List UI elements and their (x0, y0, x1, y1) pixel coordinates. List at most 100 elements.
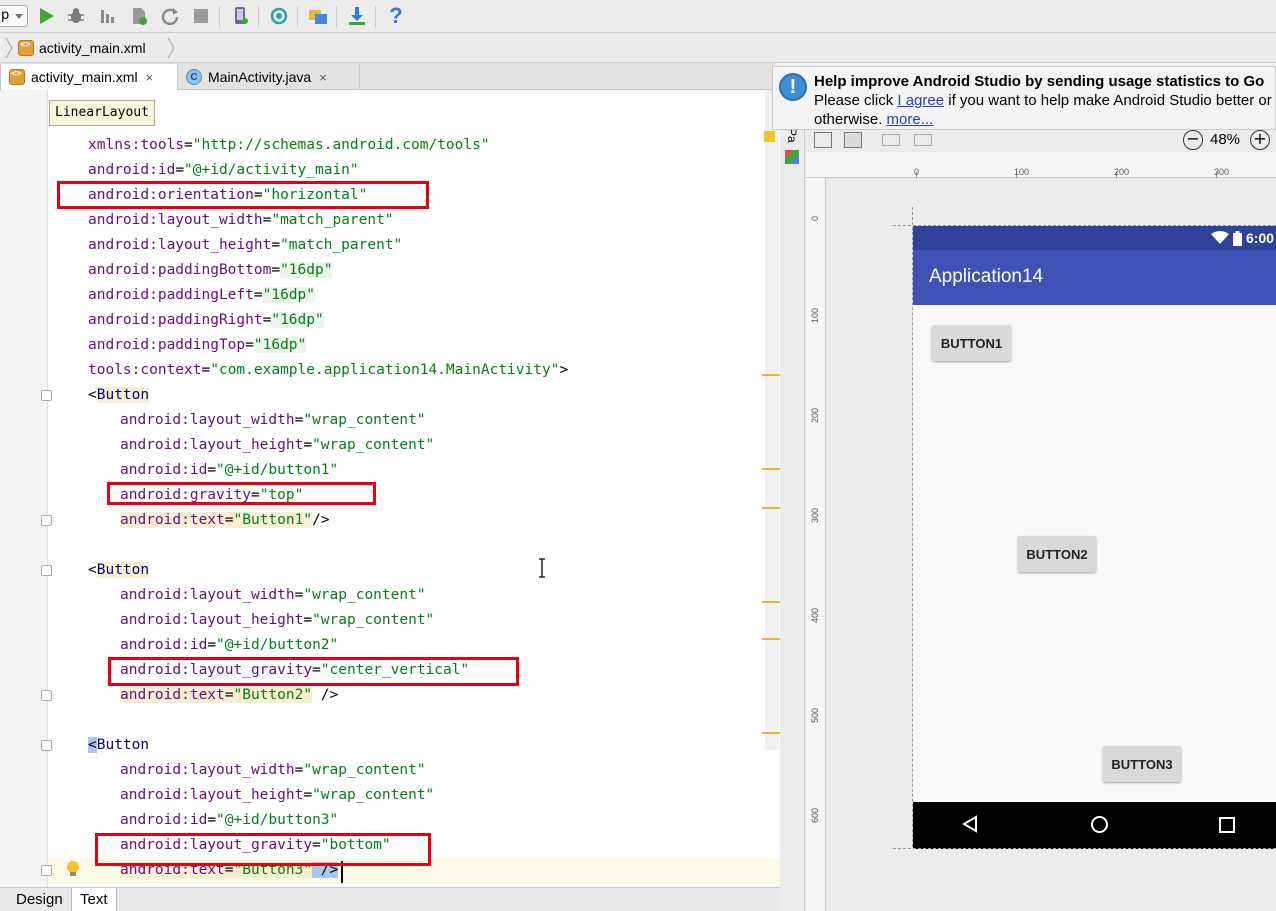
bounds-guide (893, 848, 1276, 849)
horizontal-resize-icon[interactable] (882, 134, 900, 146)
recent-apps-icon[interactable] (1219, 817, 1235, 833)
xml-attribute-value: "match_parent" (280, 237, 403, 253)
design-surface-icon[interactable] (814, 132, 832, 148)
error-stripe-marker[interactable] (762, 601, 780, 603)
palette-icon[interactable] (785, 150, 799, 164)
error-stripe-marker[interactable] (762, 507, 780, 509)
device-preview[interactable]: 6:00 Application14 BUTTON1 BUTTON2 BUTTO… (913, 226, 1276, 849)
run-icon[interactable] (34, 4, 58, 28)
device-status-bar: 6:00 (913, 226, 1276, 250)
error-stripe-marker[interactable] (762, 732, 780, 734)
close-icon[interactable]: × (146, 70, 154, 85)
run-configuration-combo[interactable]: p (0, 5, 28, 27)
xml-attribute-name: android:text (120, 687, 225, 703)
xml-attribute-value: "@+id/button1" (216, 462, 339, 478)
fold-marker-icon[interactable] (41, 515, 52, 526)
equals-sign: = (303, 787, 313, 803)
avd-manager-icon[interactable] (228, 4, 252, 28)
agree-link[interactable]: I agree (897, 92, 944, 109)
more-link[interactable]: more... (887, 111, 934, 128)
code-line[interactable]: <Button (88, 733, 149, 758)
code-line[interactable]: <Button (88, 383, 150, 408)
code-line[interactable]: android:layout_width="wrap_content" (120, 758, 426, 783)
wifi-icon (1211, 231, 1229, 244)
debug-icon[interactable] (64, 4, 88, 28)
close-icon[interactable]: × (319, 70, 327, 85)
project-structure-icon[interactable] (306, 4, 330, 28)
code-line[interactable]: <Button (88, 558, 150, 583)
device-button-1[interactable]: BUTTON1 (932, 325, 1011, 361)
error-stripe-marker[interactable] (762, 468, 780, 470)
ruler-label: 200 (1114, 167, 1130, 177)
palette-sidebar[interactable] (780, 90, 805, 911)
zoom-out-button[interactable]: − (1183, 130, 1203, 150)
code-line[interactable]: android:layout_height="wrap_content" (120, 433, 434, 458)
fold-marker-icon[interactable] (41, 565, 52, 576)
code-line[interactable]: android:text="Button2" /> (120, 683, 338, 708)
code-line[interactable]: xmlns:tools="http://schemas.android.com/… (88, 133, 490, 158)
preview-toolbar (806, 130, 1276, 152)
ruler-label: 300 (810, 508, 820, 524)
device-button-3[interactable]: BUTTON3 (1103, 746, 1181, 782)
tab-design[interactable]: Design (8, 888, 72, 911)
home-icon[interactable] (1090, 815, 1109, 834)
palette-tab-label[interactable]: Pa (785, 128, 799, 152)
code-line[interactable]: android:id="@+id/button1" (120, 458, 338, 483)
help-icon[interactable]: ? (384, 3, 408, 28)
stop-icon[interactable] (189, 4, 213, 28)
code-line[interactable]: android:layout_height="wrap_content" (120, 608, 434, 633)
code-line[interactable]: android:layout_height="match_parent" (88, 233, 402, 258)
code-line[interactable]: android:layout_width="match_parent" (88, 208, 394, 233)
back-icon[interactable] (961, 815, 979, 833)
editor-scrollbar[interactable] (765, 90, 779, 750)
fold-marker-icon[interactable] (41, 865, 52, 876)
code-line[interactable]: android:layout_height="wrap_content" (120, 783, 434, 808)
code-line[interactable]: android:paddingTop="16dp" (88, 333, 307, 358)
xml-attribute-name: xmlns:tools (88, 137, 185, 153)
help-glyph: ? (389, 3, 403, 28)
code-line[interactable]: android:text="Button1"/> (120, 508, 330, 533)
xml-file-icon (9, 69, 25, 85)
tab-activity-main-xml[interactable]: activity_main.xml × (0, 64, 178, 90)
tab-text[interactable]: Text (72, 888, 117, 911)
device-in-editor-icon[interactable] (844, 132, 862, 148)
rerun-icon[interactable] (158, 4, 182, 28)
code-line[interactable]: android:id="@+id/activity_main" (88, 158, 359, 183)
code-line[interactable]: android:paddingLeft="16dp" (88, 283, 315, 308)
notification-text: if you want to help make Android Studio … (944, 92, 1276, 109)
xml-attribute-name: android:paddingLeft (88, 287, 254, 303)
sdk-manager-icon[interactable] (345, 4, 369, 28)
code-line[interactable]: android:id="@+id/button3" (120, 808, 338, 833)
equals-sign: = (184, 137, 193, 153)
apply-changes-icon[interactable] (127, 4, 151, 28)
equals-sign: = (303, 437, 313, 453)
code-line[interactable]: tools:context="com.example.application14… (88, 358, 568, 383)
xml-tag-name: Button (96, 387, 150, 403)
xml-attribute-name: android:paddingTop (88, 337, 246, 353)
editor-gutter[interactable] (0, 90, 48, 887)
code-line[interactable]: android:layout_width="wrap_content" (120, 408, 426, 433)
code-line[interactable]: android:paddingRight="16dp" (88, 308, 324, 333)
fold-marker-icon[interactable] (41, 390, 52, 401)
code-line[interactable]: android:layout_width="wrap_content" (120, 583, 426, 608)
equals-sign: = (271, 237, 281, 253)
tab-main-activity-java[interactable]: C MainActivity.java × (178, 64, 360, 90)
code-line[interactable]: android:id="@+id/button2" (120, 633, 338, 658)
xml-attribute-name: android:layout_width (88, 212, 263, 228)
breadcrumb-item-activity-main[interactable]: activity_main.xml (18, 37, 146, 59)
code-line[interactable]: android:paddingBottom="16dp" (88, 258, 333, 283)
fold-marker-icon[interactable] (41, 690, 52, 701)
annotation-box-gravity (107, 482, 376, 505)
lightbulb-icon[interactable] (66, 860, 80, 878)
tag-close: /> (312, 687, 339, 703)
notification-title: Help improve Android Studio by sending u… (814, 73, 1265, 90)
device-button-2[interactable]: BUTTON2 (1018, 536, 1096, 572)
error-stripe-marker[interactable] (762, 638, 780, 640)
error-stripe-marker[interactable] (762, 374, 780, 376)
warning-marker-icon[interactable] (764, 131, 775, 142)
attach-debugger-icon[interactable] (96, 4, 120, 28)
zoom-in-button[interactable]: + (1250, 130, 1270, 150)
fold-marker-icon[interactable] (41, 740, 52, 751)
sync-gradle-icon[interactable] (267, 4, 291, 28)
vertical-resize-icon[interactable] (914, 134, 932, 146)
